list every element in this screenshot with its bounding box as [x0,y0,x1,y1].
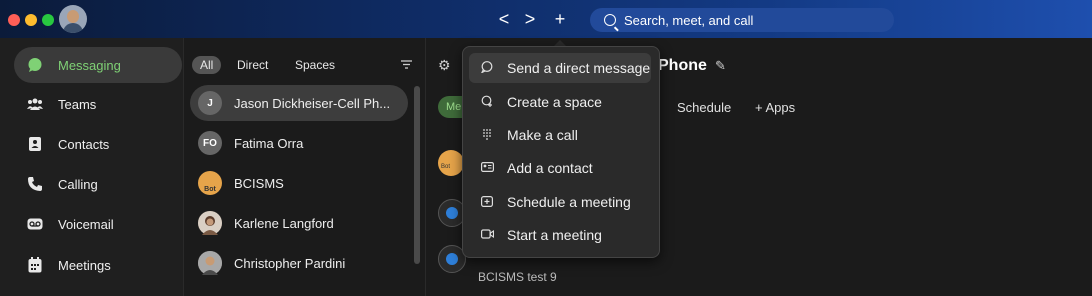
contact-name: Fatima Orra [234,135,304,151]
avatar: FO [198,131,222,155]
nav-label: Messaging [58,57,121,73]
contact-name: Jason Dickheiser-Cell Ph... [234,95,391,111]
chat-bubble-icon [446,207,458,219]
voicemail-icon [26,215,44,233]
nav-item-teams[interactable]: Teams [14,86,182,122]
nav-item-contacts[interactable]: Contacts [14,126,182,162]
search-bar[interactable]: Search, meet, and call [590,8,894,32]
nav-label: Contacts [58,136,110,152]
menu-item-label: Add a contact [507,160,593,176]
avatar [198,211,222,235]
edit-icon[interactable]: ✎ [715,58,726,74]
conversation-scrollbar[interactable] [414,86,420,264]
new-action-button[interactable]: + [551,9,569,29]
gear-icon[interactable]: ⚙ [438,57,451,74]
menu-item-label: Send a direct message [507,60,651,76]
bot-badge: Bot [441,164,451,170]
menu-item-add-contact[interactable]: Add a contact [469,153,651,183]
menu-item-label: Start a meeting [507,227,602,243]
back-button[interactable]: < [495,9,513,29]
bot-avatar: Bot [438,150,464,176]
maximize-window-button[interactable] [42,14,54,26]
create-space-icon [480,95,494,110]
forward-button[interactable]: > [521,9,539,29]
schedule-icon [480,195,494,210]
nav-label: Calling [58,176,98,192]
nav-label: Teams [58,96,97,112]
close-window-button[interactable] [8,14,20,26]
user-avatar[interactable] [59,5,87,33]
bot-avatar: Bot [198,171,222,195]
search-icon [604,14,616,26]
contacts-icon [26,135,44,153]
contact-item[interactable]: FO Fatima Orra [190,125,408,161]
contact-item[interactable]: Karlene Langford [190,205,408,241]
menu-item-make-call[interactable]: Make a call [469,120,651,150]
teams-icon [26,95,44,113]
search-placeholder: Search, meet, and call [624,12,754,28]
nav-item-voicemail[interactable]: Voicemail [14,206,182,242]
avatar: J [198,91,222,115]
contact-name: Karlene Langford [234,215,334,231]
nav-label: Meetings [58,257,111,273]
title-bar [0,0,1092,38]
menu-item-label: Make a call [507,127,578,143]
menu-item-label: Schedule a meeting [507,194,631,210]
new-action-menu: Send a direct message Create a space Mak… [462,46,660,258]
calendar-icon [26,256,44,274]
menu-item-start-meeting[interactable]: Start a meeting [469,220,651,250]
filter-all[interactable]: All [192,56,222,74]
contact-card-icon [480,161,494,175]
filter-spaces[interactable]: Spaces [295,56,335,74]
contact-item[interactable]: Christopher Pardini [190,245,408,281]
menu-item-label: Create a space [507,94,602,110]
menu-item-send-direct-message[interactable]: Send a direct message [469,53,651,83]
filter-direct[interactable]: Direct [237,56,268,74]
nav-label: Voicemail [58,216,114,232]
chat-bubble-icon [26,56,44,74]
contact-name: Christopher Pardini [234,255,346,271]
tab-schedule[interactable]: Schedule [677,100,731,115]
space-title: Phone [658,57,707,74]
conversation-list: All Direct Spaces J Jason Dickheiser-Cel… [183,38,425,296]
menu-item-create-space[interactable]: Create a space [469,87,651,117]
message-icon [480,60,494,76]
chat-bubble-icon [446,253,458,265]
tab-apps[interactable]: + Apps [755,100,795,115]
contact-item[interactable]: J Jason Dickheiser-Cell Ph... [190,85,408,121]
avatar [198,251,222,275]
video-icon [480,228,494,242]
nav-item-messaging[interactable]: Messaging [14,47,182,83]
nav-item-meetings[interactable]: Meetings [14,247,182,283]
message-preview: BCISMS test 9 [478,270,557,284]
contact-item[interactable]: Bot BCISMS [190,165,408,201]
minimize-window-button[interactable] [25,14,37,26]
phone-icon [26,175,44,193]
menu-item-schedule-meeting[interactable]: Schedule a meeting [469,187,651,217]
nav-item-calling[interactable]: Calling [14,166,182,202]
contact-name: BCISMS [234,175,284,191]
filter-icon[interactable] [401,58,412,72]
dialpad-icon [480,128,494,143]
